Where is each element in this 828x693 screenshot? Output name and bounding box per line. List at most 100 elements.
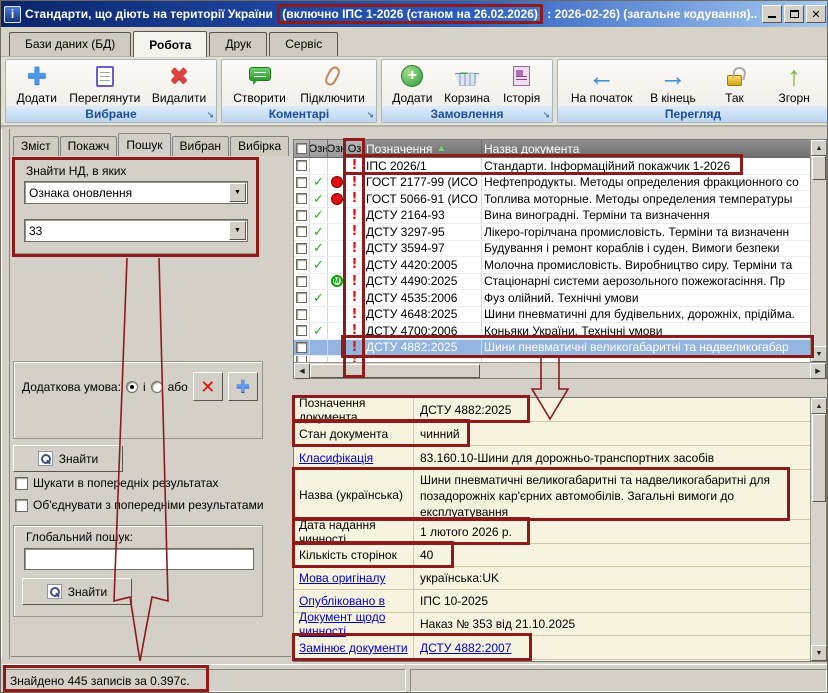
details-vertical-scrollbar[interactable]: ▲ ▼ — [810, 398, 826, 661]
union-previous-option[interactable]: Об'єднувати з попередніми результатами — [15, 498, 289, 512]
global-find-button[interactable]: Знайти — [22, 578, 132, 605]
details-label-link[interactable]: Документ щодо чинності — [299, 610, 408, 638]
scroll-left-icon[interactable]: ◀ — [294, 363, 310, 379]
row-oz-cell: ! — [346, 290, 364, 306]
top-tab-1[interactable]: Робота — [133, 31, 207, 57]
row-checkbox[interactable] — [296, 325, 307, 336]
ribbon-button-3-1[interactable]: →В кінець — [645, 61, 701, 106]
dialog-launcher-icon[interactable]: ↘ — [206, 110, 214, 121]
table-row[interactable]: ✓!ДСТУ 3594-97Будування і ремонт кораблі… — [294, 241, 810, 258]
radio-and[interactable] — [126, 381, 138, 393]
ribbon-button-2-1[interactable]: Корзина — [439, 61, 495, 106]
row-checkbox[interactable] — [296, 243, 307, 254]
table-row[interactable]: ✓!ДСТУ 4420:2005Молочна промисловість. В… — [294, 257, 810, 274]
close-button[interactable]: ✕ — [806, 5, 826, 23]
table-row[interactable]: !ДСТУ 4648:2025Шини пневматичні для буді… — [294, 307, 810, 324]
column-header-name[interactable]: Назва документа — [482, 140, 810, 158]
ribbon-button-0-1[interactable]: Переглянути — [64, 61, 145, 106]
row-checkbox[interactable] — [296, 193, 307, 204]
column-header-ozn2[interactable]: Озн — [328, 140, 346, 158]
ribbon-button-1-1[interactable]: Підключити — [295, 61, 370, 106]
ribbon-group-name: Вибране — [85, 107, 136, 121]
row-document-name: Шини пневматичні великогабаритні та надв… — [482, 340, 810, 356]
ribbon-button-0-2[interactable]: ✖Видалити — [147, 61, 211, 106]
table-row[interactable]: М!ДСТУ 4490:2025Стаціонарні системи аеро… — [294, 274, 810, 291]
collapsed-panel-strip[interactable] — [1, 129, 10, 659]
table-row[interactable]: ✓!ГОСТ 5066-91 (ИСО 3Топлива моторные. М… — [294, 191, 810, 208]
table-vscroll-thumb[interactable] — [812, 156, 826, 180]
row-checkbox[interactable] — [296, 276, 307, 287]
details-label-link[interactable]: Замінює документи — [299, 641, 408, 655]
search-previous-option[interactable]: Шукати в попередніх результатах — [15, 476, 289, 490]
scroll-down-icon[interactable]: ▼ — [811, 346, 826, 362]
global-search-input[interactable] — [24, 548, 254, 570]
row-ozn2-cell — [328, 241, 346, 257]
table-row[interactable]: !ДСТУ 4882:2025Шини пневматичні великога… — [294, 340, 810, 357]
search-field-combo[interactable]: Ознака оновлення ▼ — [24, 181, 248, 204]
column-header-designation[interactable]: Позначення▲ — [364, 140, 482, 158]
top-tab-0[interactable]: Бази даних (БД) — [9, 32, 131, 56]
ribbon-button-3-0[interactable]: ←На початок — [566, 61, 638, 106]
row-checkbox[interactable] — [296, 342, 307, 353]
row-checkbox[interactable] — [296, 177, 307, 188]
remove-condition-button[interactable]: ✕ — [193, 372, 223, 401]
ribbon-button-3-2[interactable]: Так — [708, 61, 760, 106]
row-checkbox[interactable] — [296, 160, 307, 171]
window-title-suffix: : 2026-02-26) (загальне кодування)... — [547, 7, 758, 21]
details-vscroll-thumb[interactable] — [812, 414, 826, 502]
table-row[interactable]: ✓!ДСТУ 2164-93Вина виноградні. Терміни т… — [294, 208, 810, 225]
add-condition-button[interactable]: ✚ — [228, 372, 258, 401]
select-all-header[interactable] — [294, 140, 310, 158]
scroll-up-icon[interactable]: ▲ — [811, 140, 826, 156]
table-vertical-scrollbar[interactable]: ▲ ▼ — [810, 140, 826, 362]
minimize-button[interactable] — [762, 5, 782, 23]
table-row[interactable]: ✓!ГОСТ 2177-99 (ИСО 3Нефтепродукты. Мето… — [294, 175, 810, 192]
row-checkbox[interactable] — [296, 309, 307, 320]
ribbon-button-label: Додати — [17, 91, 57, 105]
find-button[interactable]: Знайти — [13, 445, 123, 472]
ribbon-button-3-3[interactable]: ↑Згорн — [768, 61, 820, 106]
table-horizontal-scrollbar[interactable]: ◀ ▶ — [294, 362, 826, 378]
row-checkbox[interactable] — [296, 292, 307, 303]
checkbox-union-previous[interactable] — [15, 499, 28, 512]
row-checkbox[interactable] — [296, 210, 307, 221]
search-value-combo[interactable]: 33 ▼ — [24, 219, 248, 242]
radio-or[interactable] — [151, 381, 163, 393]
row-checkbox[interactable] — [296, 259, 307, 270]
top-tab-3[interactable]: Сервіс — [269, 32, 338, 56]
top-tab-2[interactable]: Друк — [209, 32, 267, 56]
scroll-up-icon[interactable]: ▲ — [811, 398, 827, 414]
left-tab-2[interactable]: Пошук — [118, 133, 170, 156]
scroll-right-icon[interactable]: ▶ — [810, 363, 826, 379]
ribbon-button-1-0[interactable]: Створити — [228, 61, 291, 106]
column-header-oz[interactable]: Оз — [346, 140, 364, 158]
table-details-splitter[interactable] — [293, 379, 827, 397]
table-row[interactable]: ✓!ДСТУ 4700:2006Коньяки України. Технічн… — [294, 323, 810, 340]
left-tab-0[interactable]: Зміст — [13, 136, 59, 156]
table-row[interactable]: ✓!ДСТУ 4535:2006Фуз олійний. Технічні ум… — [294, 290, 810, 307]
details-label-link[interactable]: Класифікація — [299, 451, 373, 465]
table-row[interactable]: ✓!ДСТУ 3297-95Лікеро-горілчана промислов… — [294, 224, 810, 241]
chevron-down-icon[interactable]: ▼ — [229, 183, 246, 202]
details-label-link[interactable]: Опубліковано в — [299, 594, 385, 608]
column-header-ozn1[interactable]: Озн — [310, 140, 328, 158]
left-tab-4[interactable]: Вибірка — [230, 136, 289, 156]
ribbon-button-0-0[interactable]: ✚Додати — [11, 61, 63, 106]
ribbon-button-2-0[interactable]: +Додати — [386, 61, 438, 106]
dialog-launcher-icon[interactable]: ↘ — [366, 110, 374, 121]
select-all-checkbox[interactable] — [296, 143, 307, 154]
row-checkbox[interactable] — [296, 226, 307, 237]
chevron-down-icon[interactable]: ▼ — [229, 221, 246, 240]
table-hscroll-thumb[interactable] — [310, 364, 480, 378]
left-tab-1[interactable]: Покажч — [60, 136, 118, 156]
table-row[interactable]: !ІПС 2026/1Стандарти. Інформаційний пока… — [294, 158, 810, 175]
ribbon-button-2-2[interactable]: Історія — [496, 61, 548, 106]
dialog-launcher-icon[interactable]: ↘ — [542, 110, 550, 121]
maximize-button[interactable] — [784, 5, 804, 23]
scroll-down-icon[interactable]: ▼ — [811, 645, 827, 661]
left-tab-3[interactable]: Вибран — [172, 136, 230, 156]
ribbon-group-buttons: ✚ДодатиПереглянути✖Видалити — [6, 60, 216, 106]
details-label-link[interactable]: Мова оригіналу — [299, 571, 385, 585]
details-value-link[interactable]: ДСТУ 4882:2007 — [420, 640, 511, 656]
checkbox-search-previous[interactable] — [15, 477, 28, 490]
